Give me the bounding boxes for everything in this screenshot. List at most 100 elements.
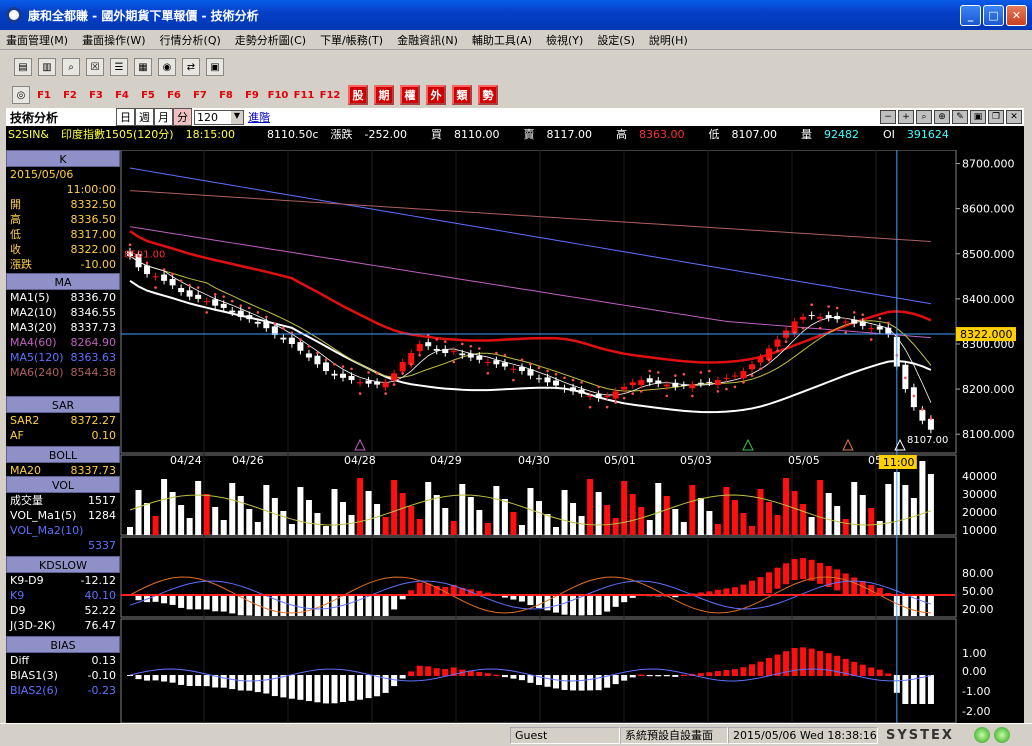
sar-dot [350,367,353,371]
magnify-icon[interactable]: ⊕ [934,110,950,124]
quick-button-3[interactable]: 外 [426,85,446,105]
period-1[interactable]: 週 [135,108,154,126]
zoom-out-icon[interactable]: − [880,110,896,124]
restore-icon[interactable]: ❐ [988,110,1004,124]
kd-bar [748,580,755,596]
menu-item-0[interactable]: 畫面管理(M) [6,32,68,48]
chart-plot-area[interactable]: 8700.000 8600.000 8500.000 8400.000 8300.000… [120,149,1024,724]
bias-axis-label: 1.00 [962,647,987,660]
fkey-f3[interactable]: F3 [84,90,108,101]
price-chart[interactable]: 8700.0008600.0008500.0008400.0008300.000… [120,149,1024,724]
fkey-f8[interactable]: F8 [214,90,238,101]
period-0[interactable]: 日 [116,108,135,126]
fkey-f1[interactable]: F1 [32,90,56,101]
signal-triangle-icon [742,438,754,451]
bias-bar [425,666,432,676]
menu-item-4[interactable]: 下單/帳務(T) [320,32,383,48]
menu-item-3[interactable]: 走勢分析圖(C) [235,32,306,48]
menu-item-2[interactable]: 行情分析(Q) [160,32,221,48]
search-icon[interactable]: ⌕ [916,110,932,124]
zoom-in-icon[interactable]: + [898,110,914,124]
sar-dot [282,326,285,330]
kd-bar [195,595,202,610]
volume-bar [646,520,653,535]
quick-button-0[interactable]: 股 [348,85,368,105]
fkey-f6[interactable]: F6 [162,90,186,101]
bias-bar [638,674,645,676]
fkey-f10[interactable]: F10 [266,90,290,101]
fkey-f4[interactable]: F4 [110,90,134,101]
volume-bar [169,492,176,535]
fkey-f7[interactable]: F7 [188,90,212,101]
maximize-button[interactable]: □ [983,5,1004,26]
fkey-f2[interactable]: F2 [58,90,82,101]
bias-bar [237,675,244,691]
list-icon[interactable]: ☰ [110,58,128,76]
oi-label: OI [883,127,895,141]
sar-dot [239,304,243,307]
kd-bar [305,595,312,616]
minimize-button[interactable]: _ [960,5,981,26]
close-panel-icon[interactable]: ✕ [1006,110,1022,124]
menu-item-5[interactable]: 金融資訊(N) [397,32,458,48]
menu-item-8[interactable]: 設定(S) [597,32,635,48]
fkey-f9[interactable]: F9 [240,90,264,101]
volume-bar [229,483,236,535]
bias-bar [493,674,500,676]
home-icon[interactable]: ◎ [12,86,30,104]
chart-box-icon[interactable]: ▣ [206,58,224,76]
close-box-icon[interactable]: ☒ [86,58,104,76]
sar-dot [145,261,149,265]
main-toolbar: ▤ ▥ ⌕ ☒ ☰ ▦ ◉ ⇄ ▣ [6,54,1024,80]
globe-icon[interactable]: ◉ [158,58,176,76]
quick-button-1[interactable]: 期 [374,85,394,105]
candle-body [800,316,807,320]
bias-bar [817,650,824,676]
bias-bar [254,675,261,693]
window-icon[interactable]: ▤ [14,58,32,76]
close-button[interactable]: ✕ [1006,5,1027,26]
sar-dot [469,344,473,348]
bias-bar [868,667,875,676]
quick-button-4[interactable]: 類 [452,85,472,105]
candle-body [484,362,491,364]
menu-item-9[interactable]: 說明(H) [649,32,688,48]
link-icon[interactable]: ⇄ [182,58,200,76]
sar-dot [443,340,447,344]
volume-bar [203,494,210,535]
fkey-f12[interactable]: F12 [318,90,342,101]
volume-bar [288,524,295,535]
candle-body [689,384,696,389]
pen-icon[interactable]: ✎ [952,110,968,124]
volume-bar [612,518,619,535]
volume-bar [621,481,628,535]
menu-item-6[interactable]: 輔助工具(A) [472,32,532,48]
period-3[interactable]: 分 [173,108,192,126]
fkey-f11[interactable]: F11 [292,90,316,101]
indicator-label: 收 [10,243,21,256]
advanced-link[interactable]: 進階 [248,109,270,125]
monitor-icon[interactable]: ▥ [38,58,56,76]
period-2[interactable]: 月 [154,108,173,126]
fkey-f5[interactable]: F5 [136,90,160,101]
bias-bar [885,673,892,676]
bias-bar [876,669,883,676]
volume-bar [714,524,721,535]
save-icon[interactable]: ▣ [970,110,986,124]
kd-bar [612,595,619,607]
quick-button-2[interactable]: 權 [400,85,420,105]
menu-item-1[interactable]: 畫面操作(W) [82,32,145,48]
candle-body [646,378,653,383]
candle-body [825,315,832,318]
zoom-icon[interactable]: ⌕ [62,58,80,76]
layout-icon[interactable]: ▦ [134,58,152,76]
indicator-label: MA1(5) [10,291,50,304]
volume-bar [254,522,261,535]
indicator-row: 5337 [6,538,120,553]
status-layout: 系統預設自設畫面 [620,726,728,744]
indicator-row: K9-D9 -12.12 [6,573,120,588]
quick-button-5[interactable]: 勢 [478,85,498,105]
menu-item-7[interactable]: 檢視(Y) [546,32,583,48]
volume-bar [493,486,500,535]
bar-count-select[interactable]: 120 ▼ [194,109,244,125]
